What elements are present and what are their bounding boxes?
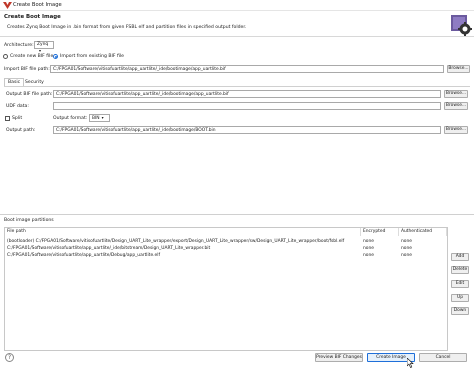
edit-partition-button[interactable]: Edit	[451, 280, 469, 288]
cancel-button[interactable]: Cancel	[419, 353, 467, 362]
udf-input[interactable]	[53, 102, 441, 110]
split-checkbox[interactable]	[5, 116, 10, 121]
row-file-path: C:/FPGA01/Software/vitisofuartlite/app_u…	[7, 253, 161, 258]
row-encrypted: none	[363, 246, 374, 251]
help-icon[interactable]: ?	[5, 353, 14, 362]
table-row[interactable]: C:/FPGA01/Software/vitisofuartlite/app_u…	[5, 252, 447, 259]
row-authenticated: none	[401, 253, 412, 258]
partitions-title: Boot image partitions	[4, 218, 54, 223]
table-row[interactable]: (bootloader) C:/FPGA01/Software/vitisofu…	[5, 238, 447, 245]
mouse-cursor-icon	[407, 358, 414, 368]
chevron-down-icon: ▾	[101, 115, 104, 120]
udf-label: UDF data:	[6, 104, 29, 109]
architecture-label: Architecture:	[4, 43, 34, 48]
output-path-input[interactable]: C:/FPGA01/Software/vitisofuartlite/app_u…	[53, 126, 441, 134]
architecture-value: Zynq	[37, 42, 49, 47]
row-file-path: C:/FPGA01/Software/vitisofuartlite/app_u…	[7, 246, 211, 251]
row-file-path: (bootloader) C:/FPGA01/Software/vitisofu…	[7, 239, 345, 244]
down-partition-button[interactable]: Down	[451, 307, 469, 315]
create-bif-label: Create new BIF file	[10, 54, 54, 59]
architecture-select[interactable]: Zynq▾	[34, 41, 54, 53]
window-title: Create Boot Image	[13, 2, 62, 8]
tab-security[interactable]: Security	[22, 79, 47, 86]
dialog-header	[0, 11, 474, 37]
column-header-authenticated[interactable]: Authenticated	[399, 228, 447, 236]
delete-partition-button[interactable]: Delete	[451, 266, 469, 274]
import-bif-path-label: Import BIF file path:	[4, 67, 50, 72]
output-bif-input[interactable]: C:/FPGA01/Software/vitisofuartlite/app_u…	[53, 90, 441, 98]
row-authenticated: none	[401, 246, 412, 251]
output-format-value: BIN	[92, 116, 100, 121]
import-bif-radio[interactable]	[53, 54, 58, 59]
add-partition-button[interactable]: Add	[451, 253, 469, 261]
up-partition-button[interactable]: Up	[451, 294, 469, 302]
row-authenticated: none	[401, 239, 412, 244]
partitions-divider	[0, 214, 474, 215]
partitions-table: File path Encrypted Authenticated (bootl…	[4, 227, 448, 351]
output-path-label: Output path:	[6, 128, 36, 133]
output-format-select[interactable]: BIN ▾	[89, 114, 110, 122]
row-encrypted: none	[363, 239, 374, 244]
output-bif-browse-button[interactable]: Browse...	[444, 90, 468, 98]
boot-image-gear-icon	[451, 15, 472, 36]
import-bif-browse-button[interactable]: Browse...	[447, 65, 470, 73]
output-path-browse-button[interactable]: Browse...	[444, 126, 468, 134]
vitis-app-icon	[3, 2, 12, 9]
table-row[interactable]: C:/FPGA01/Software/vitisofuartlite/app_u…	[5, 245, 447, 252]
column-header-file-path[interactable]: File path	[5, 228, 361, 236]
window-titlebar	[0, 0, 474, 11]
output-format-label: Output format:	[53, 116, 88, 121]
create-bif-radio[interactable]	[3, 54, 8, 59]
split-label: Split	[12, 116, 23, 121]
tab-divider	[4, 86, 470, 87]
dialog-title: Create Boot Image	[4, 14, 61, 20]
row-encrypted: none	[363, 253, 374, 258]
udf-browse-button[interactable]: Browse...	[444, 102, 468, 110]
preview-bif-changes-button[interactable]: Preview BIF Changes	[315, 353, 363, 362]
column-header-encrypted[interactable]: Encrypted	[361, 228, 399, 236]
dialog-description: Creates Zynq Boot Image in .bin format f…	[7, 25, 247, 30]
import-bif-label: Import from existing BIF file	[60, 54, 124, 59]
import-bif-path-input[interactable]: C:/FPGA01/Software/vitisofuartlite/app_u…	[50, 65, 444, 73]
output-bif-label: Output BIF file path:	[6, 92, 53, 97]
